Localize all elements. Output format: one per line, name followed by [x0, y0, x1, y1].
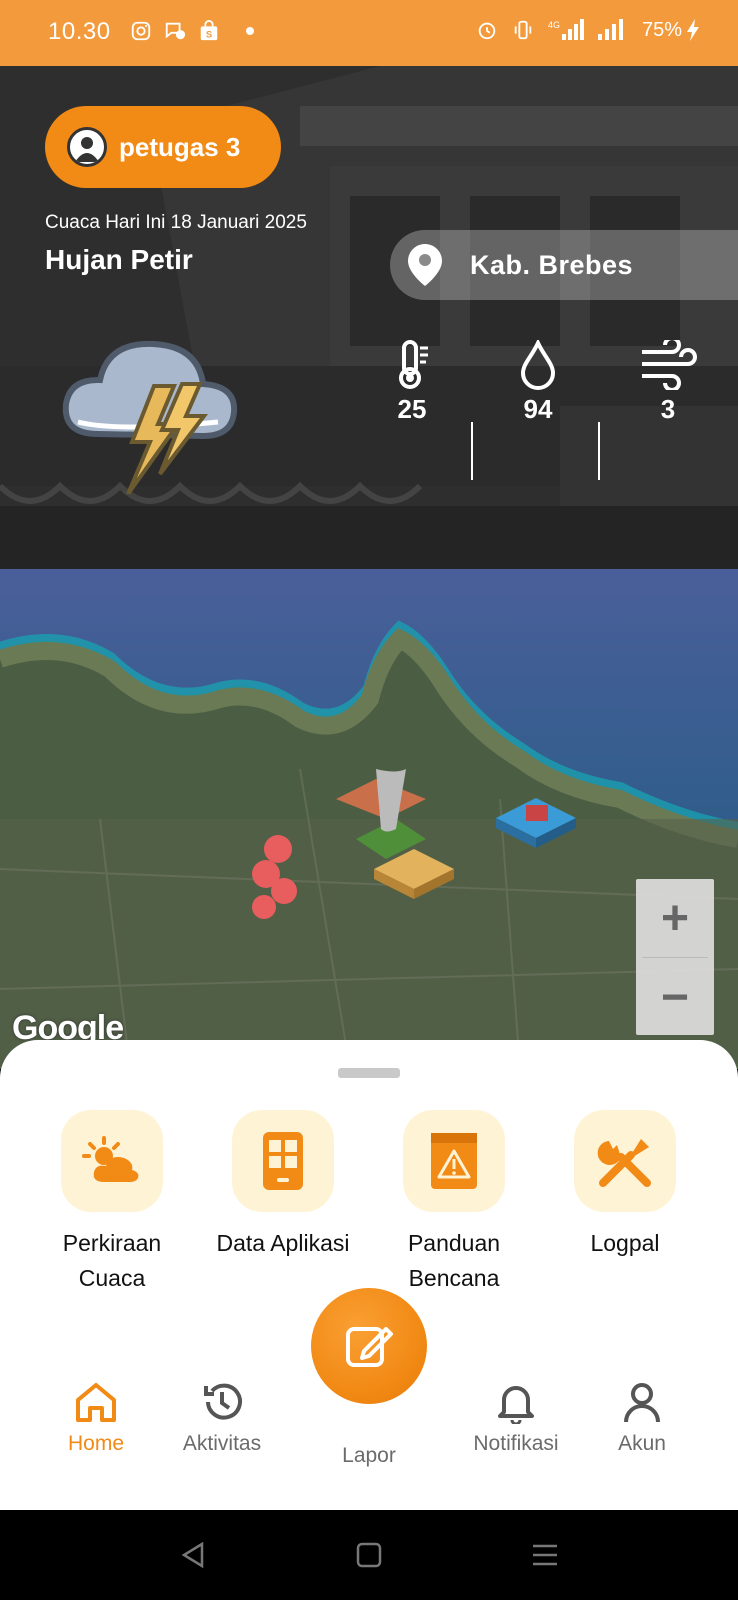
- weather-date: Cuaca Hari Ini 18 Januari 2025: [45, 212, 307, 233]
- wind-value: 3: [660, 394, 676, 424]
- disease-outbreak-marker-icon[interactable]: [238, 829, 318, 929]
- menu-label: Logpal: [590, 1230, 660, 1256]
- thunderstorm-icon: [62, 340, 238, 494]
- menu-label: Perkiraan Cuaca: [62, 1230, 162, 1291]
- svg-text:S: S: [206, 29, 212, 39]
- history-icon: [204, 1383, 242, 1420]
- vibrate-icon: [514, 20, 532, 40]
- notification-icons: S: [130, 20, 254, 42]
- water-drop-icon: [520, 340, 556, 390]
- home-square-icon[interactable]: [355, 1541, 383, 1569]
- nav-label: Home: [67, 1432, 125, 1455]
- drought-marker-icon[interactable]: [374, 849, 454, 899]
- more-notifications-dot: [246, 27, 254, 35]
- signal-icon: [597, 19, 623, 40]
- tools-icon: [597, 1139, 651, 1187]
- signal-4g-icon: 4G: [548, 19, 584, 40]
- status-bar: 10.30 S 4G 75%: [0, 0, 738, 66]
- menu-icon-bg: [232, 1110, 334, 1212]
- nav-notifikasi[interactable]: Notifikasi: [456, 1380, 576, 1456]
- shopping-bag-icon: S: [200, 20, 218, 41]
- weather-header: petugas 3 Cuaca Hari Ini 18 Januari 2025…: [0, 66, 738, 569]
- menu-data-aplikasi[interactable]: Data Aplikasi: [198, 1110, 368, 1261]
- nav-label: Akun: [618, 1432, 666, 1455]
- warning-book-icon: [431, 1133, 477, 1189]
- user-profile-button[interactable]: petugas 3: [45, 106, 281, 188]
- location-name: Kab. Brebes: [470, 249, 634, 280]
- chat-icon: [165, 22, 186, 40]
- instagram-icon: [131, 21, 151, 41]
- zoom-in-button[interactable]: +: [636, 879, 714, 957]
- menu-perkiraan-cuaca[interactable]: Perkiraan Cuaca: [27, 1110, 197, 1296]
- weather-sun-cloud-icon: [82, 1136, 139, 1182]
- status-time: 10.30: [48, 18, 111, 45]
- wind-icon: [642, 340, 697, 390]
- nav-label: Notifikasi: [473, 1432, 559, 1455]
- svg-text:4G: 4G: [548, 20, 560, 30]
- alarm-icon: [478, 22, 496, 40]
- weather-stats: 25 94 3: [372, 340, 722, 480]
- nav-label: Aktivitas: [182, 1432, 262, 1455]
- thermometer-icon: [399, 340, 428, 389]
- menu-icon-bg: [61, 1110, 163, 1212]
- menu-icon-bg: [403, 1110, 505, 1212]
- lapor-button[interactable]: [311, 1288, 427, 1404]
- menu-label: Panduan Bencana: [407, 1230, 501, 1291]
- zoom-controls: + −: [636, 879, 714, 1035]
- system-navigation-bar: [0, 1510, 738, 1600]
- menu-logpal[interactable]: Logpal: [540, 1110, 710, 1261]
- zoom-out-button[interactable]: −: [636, 958, 714, 1036]
- menu-label: Data Aplikasi: [216, 1230, 350, 1256]
- battery-percentage: 75%: [641, 18, 682, 41]
- location-pin-icon: [408, 244, 442, 286]
- stat-divider: [471, 422, 473, 480]
- username: petugas 3: [119, 131, 241, 162]
- wind-stat: 3: [628, 340, 708, 425]
- bell-icon: [498, 1386, 534, 1424]
- charging-icon: [687, 19, 699, 41]
- menu-panduan-bencana[interactable]: Panduan Bencana: [369, 1110, 539, 1296]
- weather-condition: Hujan Petir: [45, 244, 193, 275]
- drag-handle[interactable]: [338, 1068, 400, 1078]
- nav-home[interactable]: Home: [36, 1380, 156, 1456]
- stat-divider: [598, 422, 600, 480]
- nav-akun[interactable]: Akun: [582, 1380, 702, 1456]
- lapor-label: Lapor: [342, 1444, 396, 1467]
- avatar-icon: [67, 127, 107, 167]
- recent-apps-icon[interactable]: [530, 1540, 560, 1570]
- disaster-map[interactable]: + − Google: [0, 569, 738, 1069]
- nav-aktivitas[interactable]: Aktivitas: [162, 1380, 282, 1456]
- phone-app-grid-icon: [263, 1132, 303, 1190]
- location-selector[interactable]: Kab. Brebes: [390, 230, 738, 300]
- menu-icon-bg: [574, 1110, 676, 1212]
- temperature-value: 25: [397, 394, 427, 424]
- home-icon: [76, 1383, 116, 1422]
- back-icon[interactable]: [178, 1540, 208, 1570]
- system-status: 4G 75%: [476, 18, 700, 42]
- humidity-value: 94: [523, 394, 553, 424]
- humidity-stat: 94: [498, 340, 578, 425]
- edit-note-icon: [346, 1327, 393, 1367]
- temperature-stat: 25: [372, 340, 452, 425]
- flood-marker-icon[interactable]: [496, 793, 576, 853]
- person-icon: [624, 1383, 660, 1423]
